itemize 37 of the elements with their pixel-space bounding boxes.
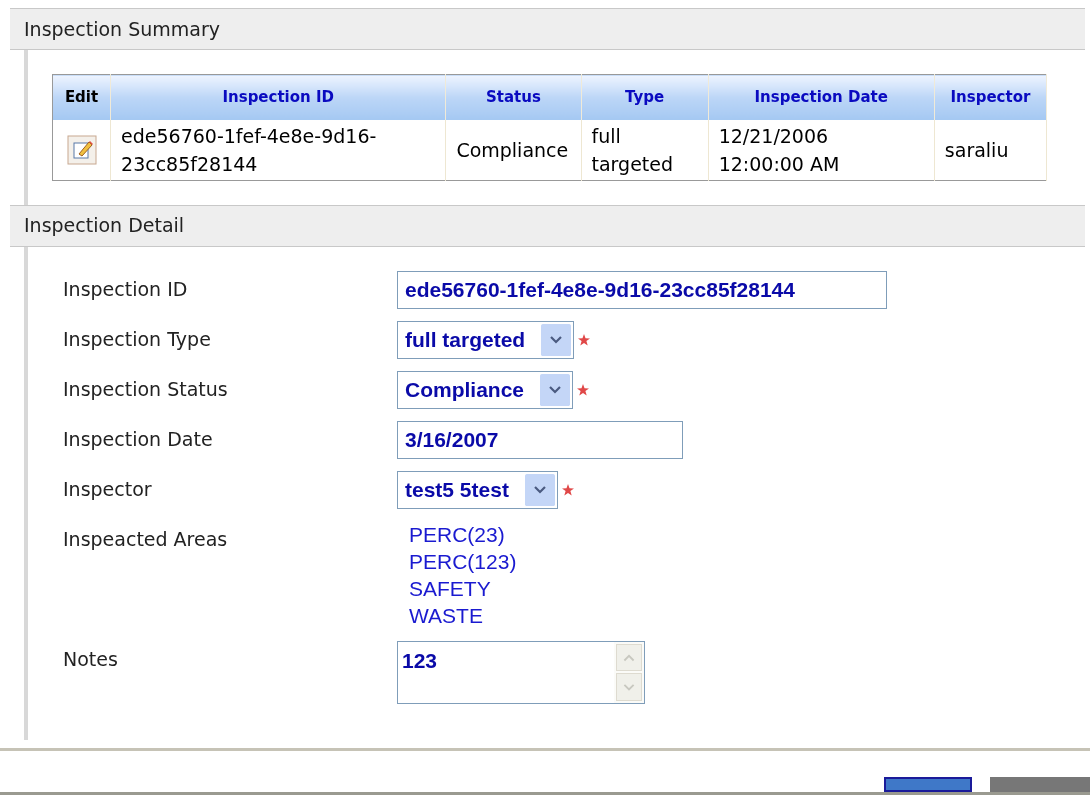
dropdown[interactable]: full targeted: [397, 320, 575, 359]
column-header: Type: [581, 74, 709, 120]
field-label: Notes: [63, 646, 119, 672]
table-cell: saraliu: [934, 119, 1047, 180]
field-label: Inspection Status: [63, 376, 229, 402]
field-label: Inspeacted Areas: [63, 526, 229, 552]
area-link[interactable]: PERC(123): [397, 547, 517, 575]
column-header: Edit: [52, 74, 111, 120]
table-cell: ede56760-1fef-4e8e-9d16-23cc85f28144: [110, 119, 446, 180]
column-header: Status: [445, 74, 581, 120]
button[interactable]: [884, 776, 972, 792]
area-link[interactable]: PERC(23): [397, 520, 517, 548]
edit-icon[interactable]: [66, 134, 97, 165]
area-link[interactable]: SAFETY: [397, 574, 517, 602]
column-header: Inspector: [934, 74, 1047, 120]
caret-icon[interactable]: [524, 473, 555, 506]
required-star-icon[interactable]: [577, 383, 590, 396]
section-title: Inspection Summary: [24, 16, 220, 42]
column-header: Inspection Date: [708, 74, 935, 120]
caret-icon[interactable]: [541, 323, 572, 356]
field-label: Inspection Date: [63, 426, 214, 452]
caret-icon[interactable]: [540, 373, 571, 406]
field-label: Inspection Type: [63, 326, 212, 352]
input-field[interactable]: 3/16/2007: [397, 420, 683, 459]
field-label: Inspector: [63, 476, 153, 502]
input-field[interactable]: ede56760-1fef-4e8e-9d16-23cc85f28144: [397, 270, 887, 309]
column-header: Inspection ID: [110, 74, 446, 120]
table-cell: 12/21/2006 12:00:00 AM: [708, 119, 935, 180]
field-label: Inspection ID: [63, 276, 189, 302]
required-star-icon[interactable]: [561, 483, 574, 496]
table-cell: Compliance: [445, 119, 581, 180]
table-cell: full targeted: [581, 119, 709, 180]
dropdown[interactable]: test5 5test: [397, 470, 558, 509]
required-star-icon[interactable]: [578, 333, 591, 346]
section-title: Inspection Detail: [24, 213, 185, 239]
area-link[interactable]: WASTE: [397, 601, 517, 629]
dropdown[interactable]: Compliance: [397, 370, 574, 409]
